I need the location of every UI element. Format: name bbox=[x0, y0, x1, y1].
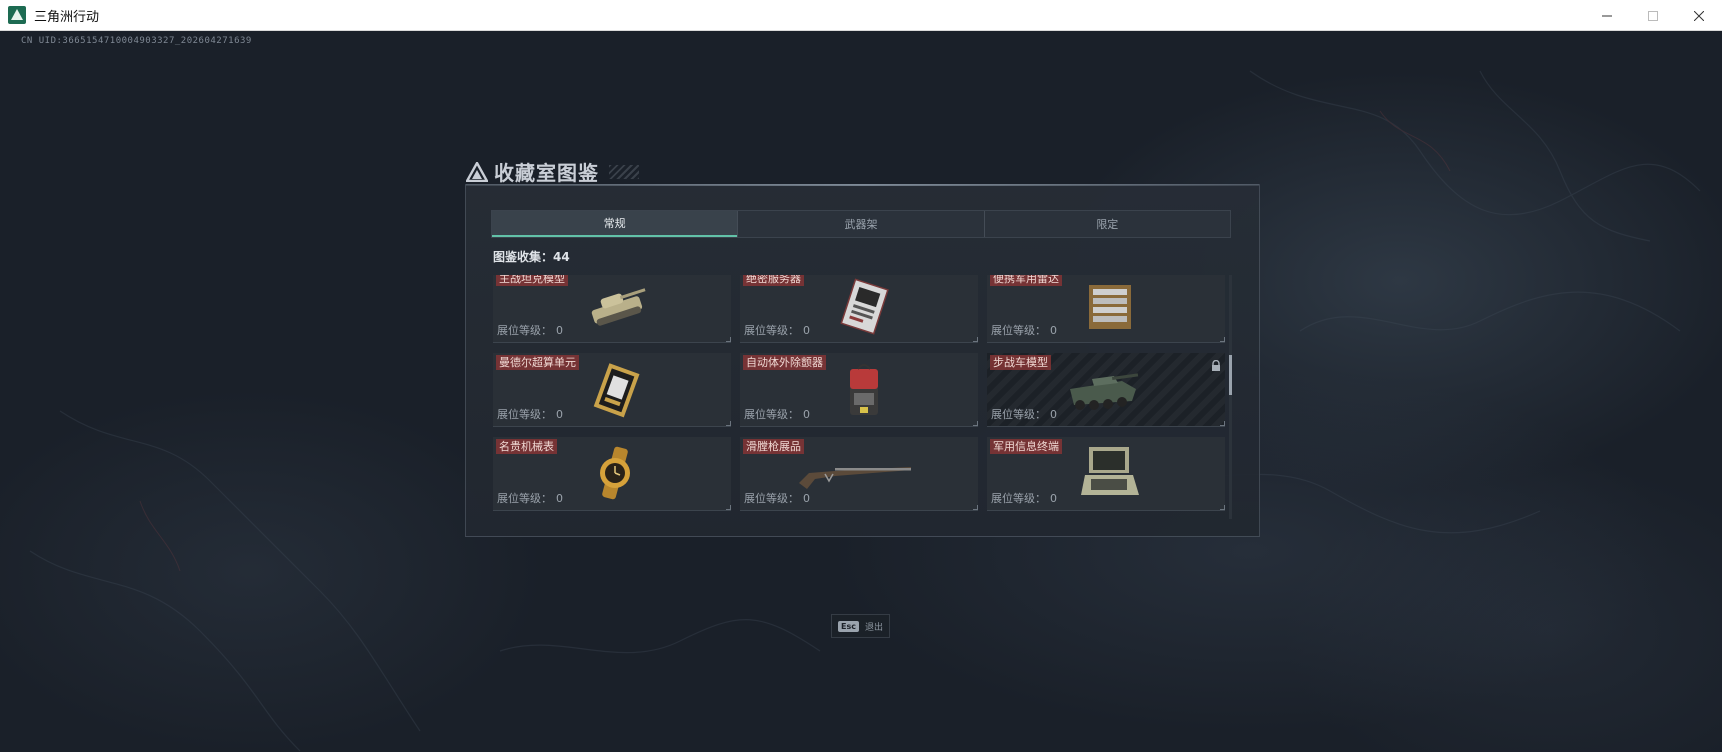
collection-card[interactable]: 曼德尔超算单元 展位等级： 0 bbox=[493, 353, 731, 427]
collection-card[interactable]: 便携军用雷达 展位等级： 0 bbox=[987, 275, 1225, 343]
item-name: 绝密服务器 bbox=[743, 275, 804, 286]
panel-heading: 收藏室图鉴 bbox=[466, 157, 639, 186]
item-name: 军用信息终端 bbox=[990, 439, 1062, 454]
item-level: 展位等级： 0 bbox=[744, 324, 810, 337]
category-tabs: 常规 武器架 限定 bbox=[491, 210, 1231, 238]
card-corner bbox=[1220, 505, 1225, 510]
card-corner bbox=[1220, 337, 1225, 342]
window-titlebar: 三角洲行动 bbox=[0, 0, 1722, 31]
lock-icon bbox=[1211, 357, 1221, 371]
card-corner bbox=[1220, 421, 1225, 426]
collection-card[interactable]: 主战坦克模型 展位等级： 0 bbox=[493, 275, 731, 343]
card-corner bbox=[726, 337, 731, 342]
item-level: 展位等级： 0 bbox=[497, 324, 563, 337]
exit-label: 退出 bbox=[864, 622, 883, 633]
item-level: 展位等级： 0 bbox=[497, 408, 563, 421]
musket-icon bbox=[795, 443, 915, 503]
item-name: 步战车模型 bbox=[990, 355, 1051, 370]
collection-count: 图鉴收集：44 bbox=[493, 250, 570, 264]
minimize-icon bbox=[1602, 15, 1612, 16]
collection-card[interactable]: 军用信息终端 展位等级： 0 bbox=[987, 437, 1225, 511]
delta-logo-icon bbox=[466, 161, 488, 182]
item-name: 主战坦克模型 bbox=[496, 275, 568, 286]
item-name: 曼德尔超算单元 bbox=[496, 355, 579, 370]
item-level: 展位等级： 0 bbox=[991, 408, 1057, 421]
server-card-icon bbox=[828, 275, 898, 335]
card-corner bbox=[973, 505, 978, 510]
panel-title: 收藏室图鉴 bbox=[494, 161, 599, 185]
ifv-model-icon bbox=[1062, 359, 1142, 419]
window-title: 三角洲行动 bbox=[34, 9, 100, 25]
esc-key-icon: Esc bbox=[838, 620, 859, 632]
card-corner bbox=[973, 337, 978, 342]
window-controls bbox=[1584, 0, 1722, 31]
collection-card[interactable]: 自动体外除颤器 展位等级： 0 bbox=[740, 353, 978, 427]
item-name: 滑膛枪展品 bbox=[743, 439, 804, 454]
card-corner bbox=[726, 505, 731, 510]
item-level: 展位等级： 0 bbox=[991, 492, 1057, 505]
collection-card[interactable]: 绝密服务器 展位等级： 0 bbox=[740, 275, 978, 343]
collection-card[interactable]: 名贵机械表 展位等级： 0 bbox=[493, 437, 731, 511]
player-uid: CN UID:3665154710004903327_202604271639 bbox=[21, 36, 252, 46]
maximize-icon bbox=[1648, 10, 1658, 21]
collection-grid: 主战坦克模型 展位等级： 0 绝密服务器 展位等级： 0 便携军用雷达 展位等级： 0 bbox=[493, 275, 1233, 519]
defibrillator-icon bbox=[828, 359, 898, 419]
maximize-button[interactable] bbox=[1630, 0, 1676, 31]
watch-icon bbox=[581, 443, 651, 503]
game-viewport: CN UID:3665154710004903327_202604271639 … bbox=[0, 31, 1722, 752]
item-level: 展位等级： 0 bbox=[497, 492, 563, 505]
collection-panel: 常规 武器架 限定 图鉴收集：44 主战坦克模型 展位等级： 0 绝密服务器 展位… bbox=[465, 184, 1260, 537]
tank-model-icon bbox=[581, 275, 651, 335]
grid-scrollbar[interactable] bbox=[1229, 275, 1232, 519]
item-level: 展位等级： 0 bbox=[744, 492, 810, 505]
radar-icon bbox=[1075, 275, 1145, 335]
collection-card-locked[interactable]: 步战车模型 展位等级： 0 bbox=[987, 353, 1225, 427]
collection-card[interactable]: 滑膛枪展品 展位等级： 0 bbox=[740, 437, 978, 511]
item-name: 便携军用雷达 bbox=[990, 275, 1062, 286]
supercomputer-icon bbox=[581, 359, 651, 419]
card-corner bbox=[973, 421, 978, 426]
app-logo-icon bbox=[8, 6, 26, 24]
card-corner bbox=[726, 421, 731, 426]
item-level: 展位等级： 0 bbox=[744, 408, 810, 421]
close-icon bbox=[1694, 10, 1704, 21]
esc-exit-hint[interactable]: Esc 退出 bbox=[831, 614, 890, 638]
close-button[interactable] bbox=[1676, 0, 1722, 31]
terminal-icon bbox=[1075, 443, 1145, 503]
tab-regular[interactable]: 常规 bbox=[492, 211, 738, 237]
tab-limited[interactable]: 限定 bbox=[983, 211, 1230, 237]
tab-weapon-rack[interactable]: 武器架 bbox=[737, 211, 983, 237]
item-name: 名贵机械表 bbox=[496, 439, 557, 454]
title-decoration bbox=[609, 164, 639, 179]
minimize-button[interactable] bbox=[1584, 0, 1630, 31]
item-name: 自动体外除颤器 bbox=[743, 355, 826, 370]
scrollbar-thumb[interactable] bbox=[1229, 355, 1232, 395]
item-level: 展位等级： 0 bbox=[991, 324, 1057, 337]
